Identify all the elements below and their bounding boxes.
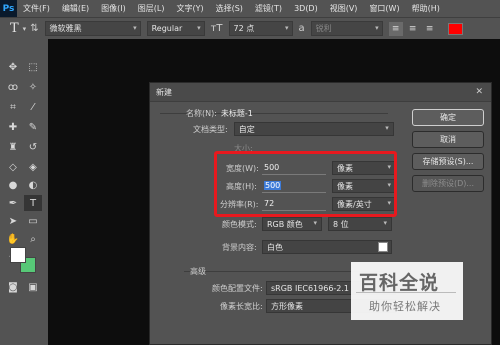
chevron-down-icon: ▾ — [385, 124, 389, 132]
align-center-button[interactable]: ≡ — [406, 22, 420, 36]
chevron-down-icon: ▾ — [383, 219, 387, 227]
align-left-icon: ≡ — [391, 23, 400, 34]
menu-window[interactable]: 窗口(W) — [369, 3, 399, 14]
preset-label: 文档类型: — [193, 124, 228, 134]
watermark-title: 百科全说 — [359, 272, 440, 294]
photoshop-logo: Ps — [0, 0, 17, 17]
save-preset-button[interactable]: 存储预设(S)... — [412, 153, 484, 170]
menu-bar: Ps 文件(F) 编辑(E) 图像(I) 图层(L) 文字(Y) 选择(S) 滤… — [0, 0, 500, 17]
type-tool-preset-icon[interactable]: T — [10, 21, 19, 36]
menu-filter[interactable]: 滤镜(T) — [255, 3, 282, 14]
background-color-preview[interactable] — [378, 242, 388, 252]
menu-layer[interactable]: 图层(L) — [138, 3, 165, 14]
font-size-select[interactable]: 72 点 ▾ — [228, 21, 293, 36]
highlight-annotation — [214, 151, 397, 217]
screen-mode-icon[interactable]: ▣ — [24, 279, 42, 295]
pixel-aspect-label: 像素长宽比: — [220, 301, 263, 311]
divider — [356, 292, 456, 293]
type-tool-icon[interactable]: T — [24, 195, 42, 211]
watermark-logo: 百科全说 助你轻松解决 — [351, 262, 463, 320]
dialog-titlebar: 新建 — [150, 83, 491, 102]
menu-view[interactable]: 视图(V) — [330, 3, 358, 14]
text-color-swatch[interactable] — [447, 22, 463, 35]
move-tool-icon[interactable]: ✥ — [4, 59, 22, 75]
color-profile-label: 颜色配置文件: — [212, 283, 263, 293]
font-style-select[interactable]: Regular ▾ — [146, 21, 205, 36]
chevron-down-icon: ▾ — [133, 24, 137, 32]
clone-stamp-icon[interactable]: ♜ — [4, 139, 22, 155]
tools-panel: ✥ ⬚ ꝏ ✧ ⌗ ⁄ ✚ ✎ ♜ ↺ ◇ ◈ ● ◐ ✒ T ➤ ▭ ✋ ⌕ … — [0, 39, 48, 345]
font-family-select[interactable]: 微软雅黑 ▾ — [44, 21, 141, 36]
preset-select[interactable]: 自定 ▾ — [233, 122, 394, 136]
shape-tool-icon[interactable]: ▭ — [24, 213, 42, 229]
menu-image[interactable]: 图像(I) — [101, 3, 126, 14]
paint-bucket-icon[interactable]: ◈ — [24, 159, 42, 175]
menu-edit[interactable]: 编辑(E) — [62, 3, 89, 14]
chevron-down-icon[interactable]: ▾ — [23, 25, 27, 33]
chevron-down-icon: ▾ — [375, 24, 379, 32]
foreground-color-swatch[interactable] — [10, 247, 26, 263]
bit-depth-select[interactable]: 8 位 ▾ — [328, 217, 392, 231]
color-mode-select[interactable]: RGB 颜色 ▾ — [262, 217, 322, 231]
magic-wand-icon[interactable]: ✧ — [24, 79, 42, 95]
menu-file[interactable]: 文件(F) — [23, 3, 50, 14]
orientation-toggle-icon[interactable]: ⇅ — [30, 23, 38, 34]
healing-brush-icon[interactable]: ✚ — [4, 119, 22, 135]
align-left-button[interactable]: ≡ — [388, 21, 403, 36]
font-size-icon: ᴛT — [210, 23, 223, 34]
cancel-button[interactable]: 取消 — [412, 131, 484, 148]
brush-tool-icon[interactable]: ✎ — [24, 119, 42, 135]
eraser-icon[interactable]: ◇ — [4, 159, 22, 175]
menu-type[interactable]: 文字(Y) — [176, 3, 203, 14]
antialias-icon: a — [298, 23, 305, 34]
align-right-icon: ≡ — [425, 23, 434, 34]
lasso-tool-icon[interactable]: ꝏ — [4, 79, 22, 95]
advanced-label: 高级 — [190, 267, 206, 276]
chevron-down-icon: ▾ — [313, 219, 317, 227]
menu-help[interactable]: 帮助(H) — [412, 3, 440, 14]
crop-tool-icon[interactable]: ⌗ — [4, 99, 22, 115]
dialog-title: 新建 — [156, 87, 172, 97]
close-icon[interactable]: ✕ — [475, 87, 483, 97]
blur-tool-icon[interactable]: ● — [4, 177, 22, 193]
pen-tool-icon[interactable]: ✒ — [4, 195, 22, 211]
history-brush-icon[interactable]: ↺ — [24, 139, 42, 155]
watermark-subtitle: 助你轻松解决 — [369, 300, 441, 313]
background-label: 背景内容: — [222, 242, 257, 252]
path-selection-icon[interactable]: ➤ — [4, 213, 22, 229]
dodge-tool-icon[interactable]: ◐ — [24, 177, 42, 193]
menu-select[interactable]: 选择(S) — [216, 3, 243, 14]
eyedropper-icon[interactable]: ⁄ — [24, 99, 42, 115]
name-field[interactable]: 未标题-1 — [221, 108, 253, 119]
zoom-tool-icon[interactable]: ⌕ — [24, 231, 42, 247]
background-select[interactable]: 白色▾ — [262, 240, 392, 254]
marquee-tool-icon[interactable]: ⬚ — [24, 59, 42, 75]
hand-tool-icon[interactable]: ✋ — [4, 231, 22, 247]
options-bar: T ▾ ⇅ 微软雅黑 ▾ Regular ▾ ᴛT 72 点 ▾ a 锐利 ▾ ≡ ≡ … — [0, 17, 500, 39]
menu-3d[interactable]: 3D(D) — [294, 4, 318, 13]
name-label: 名称(N): — [186, 109, 217, 118]
align-center-icon: ≡ — [408, 23, 417, 34]
chevron-down-icon: ▾ — [285, 24, 289, 32]
ok-button[interactable]: 确定 — [412, 109, 484, 126]
align-right-button[interactable]: ≡ — [423, 22, 437, 36]
color-pickers — [10, 247, 36, 273]
quick-mask-icon[interactable]: ◙ — [4, 279, 22, 295]
chevron-down-icon: ▾ — [197, 24, 201, 32]
antialias-select[interactable]: 锐利 ▾ — [310, 21, 383, 36]
delete-preset-button[interactable]: 删除预设(D)... — [412, 175, 484, 192]
color-mode-label: 颜色模式: — [222, 219, 257, 229]
